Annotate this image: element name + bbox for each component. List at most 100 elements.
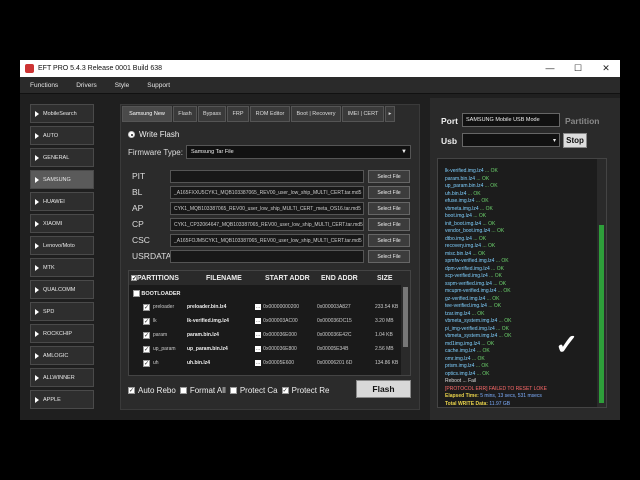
tab-imei-cert[interactable]: IMEI | CERT: [342, 106, 384, 122]
checkbox[interactable]: [128, 386, 135, 394]
option-auto-rebo[interactable]: Auto Rebo: [128, 386, 176, 395]
sidebar-item-mobilesearch[interactable]: MobileSearch: [30, 104, 94, 123]
table-row[interactable]: up_param up_param.bin.lz4...0x000036E800 0…: [129, 343, 401, 357]
sidebar-item-huawei[interactable]: HUAWEI: [30, 192, 94, 211]
usb-select[interactable]: ▾: [462, 133, 560, 147]
partition-size: 2.56 MB: [375, 346, 394, 352]
sidebar-item-general[interactable]: GENERAL: [30, 148, 94, 167]
partition-button[interactable]: Partition: [565, 116, 599, 126]
browse-button[interactable]: ...: [255, 318, 262, 324]
tab-boot-recovery[interactable]: Boot | Recovery: [291, 106, 341, 122]
select-file-button[interactable]: Select File: [368, 234, 410, 247]
end-addr: 0x000036DC15: [317, 318, 352, 324]
file-path-field[interactable]: _A165FOJM5CYK1_MQB103387065_REV00_user_l…: [170, 234, 364, 247]
log-summary-value: 5 mins, 13 secs, 531 msecs: [480, 393, 542, 399]
option-protect-re[interactable]: Protect Re: [281, 386, 329, 395]
group-checkbox[interactable]: [133, 290, 140, 297]
partition-scrollbar[interactable]: [401, 285, 410, 375]
minimize-button[interactable]: —: [536, 63, 564, 74]
checkbox[interactable]: [179, 386, 187, 394]
tab-rom-editor[interactable]: ROM Editor: [250, 106, 290, 122]
log-filename: recovery.img.lz4: [445, 243, 482, 249]
start-addr: 0x000003AC00: [263, 318, 298, 324]
sidebar-item-amlogic[interactable]: AMLOGIC: [30, 346, 94, 365]
file-path-field[interactable]: [170, 170, 364, 183]
stop-button[interactable]: Stop: [563, 133, 587, 148]
browse-button[interactable]: ...: [255, 360, 262, 366]
tab-flash[interactable]: Flash: [173, 106, 197, 122]
log-scrollbar[interactable]: [597, 159, 606, 407]
table-row[interactable]: uh uh.bin.lz4...0x00005E600 0x00006201 6D 1…: [129, 357, 401, 371]
partition-checkbox[interactable]: [143, 360, 150, 367]
tab-bypass[interactable]: Bypass: [198, 106, 226, 122]
write-flash-option[interactable]: Write Flash: [128, 130, 179, 139]
sidebar-item-lenovo-moto[interactable]: Lenovo/Moto: [30, 236, 94, 255]
scroll-thumb[interactable]: [599, 225, 604, 403]
sidebar-item-auto[interactable]: AUTO: [30, 126, 94, 145]
log-status: ... OK: [481, 243, 496, 249]
play-icon: [35, 374, 39, 381]
browse-button[interactable]: ...: [255, 332, 262, 338]
port-select[interactable]: SAMSUNG Mobile USB Mode: [462, 113, 560, 127]
file-path-field[interactable]: _A165FXXU5CYK1_MQB103387065_REV00_user_l…: [170, 186, 364, 199]
tab-samsung-new[interactable]: Samsung New: [122, 106, 172, 122]
partition-checkbox[interactable]: [143, 332, 150, 339]
log-status: ... OK: [475, 175, 490, 182]
log-line: cache.img.lz4 ... OK: [445, 348, 605, 356]
select-file-button[interactable]: Select File: [368, 170, 410, 183]
browse-button[interactable]: ...: [255, 304, 262, 310]
partition-filename: lk-verified.img.lz4: [187, 318, 229, 324]
option-protect-ca[interactable]: Protect Ca: [229, 386, 278, 395]
partition-checkbox[interactable]: [143, 318, 150, 325]
play-icon: [35, 176, 39, 183]
log-filename: tzar.img.lz4: [445, 310, 471, 317]
select-file-button[interactable]: Select File: [368, 218, 410, 231]
log-status: ... OK: [483, 168, 498, 174]
sidebar-item-samsung[interactable]: SAMSUNG: [30, 170, 94, 189]
file-path-field[interactable]: [170, 250, 364, 263]
log-status: ... OK: [481, 220, 496, 227]
partition-checkbox[interactable]: [143, 304, 150, 311]
scroll-thumb[interactable]: [403, 287, 408, 347]
sidebar-item-qualcomm[interactable]: QUALCOMM: [30, 280, 94, 299]
menu-drivers[interactable]: Drivers: [76, 82, 97, 89]
partition-checkbox[interactable]: [143, 346, 150, 353]
close-button[interactable]: ✕: [592, 63, 620, 74]
tab-frp[interactable]: FRP: [227, 106, 249, 122]
file-path-field[interactable]: CYK1_MQB103387065_REV00_user_low_ship_MU…: [170, 202, 364, 215]
select-file-button[interactable]: Select File: [368, 250, 410, 263]
select-file-button[interactable]: Select File: [368, 202, 410, 215]
maximize-button[interactable]: ☐: [564, 63, 592, 74]
sidebar-item-rockchip[interactable]: ROCKCHIP: [30, 324, 94, 343]
menu-support[interactable]: Support: [147, 82, 170, 89]
chevron-down-icon: ▼: [401, 149, 407, 155]
firmware-type-select[interactable]: Samsung Tar File ▼: [186, 145, 411, 159]
chevron-down-icon: ▾: [552, 137, 556, 144]
table-row[interactable]: lk lk-verified.img.lz4...0x000003AC00 0x00…: [129, 315, 401, 329]
log-line: misc.bin.lz4 ... OK: [445, 251, 605, 259]
play-icon: [35, 308, 39, 315]
start-addr: 0x00005E600: [263, 360, 295, 366]
select-file-button[interactable]: Select File: [368, 186, 410, 199]
menu-functions[interactable]: Functions: [30, 82, 58, 89]
checkbox[interactable]: [281, 386, 289, 394]
table-row[interactable]: param param.bin.lz4...0x000036E000 0x00003…: [129, 329, 401, 343]
end-addr: 0x000003A827: [317, 304, 351, 310]
sidebar-item-xiaomi[interactable]: XIAOMI: [30, 214, 94, 233]
sidebar-item-allwinner[interactable]: ALLWINNER: [30, 368, 94, 387]
file-row-ap: AP CYK1_MQB103387065_REV00_user_low_ship_…: [128, 202, 413, 216]
tab-scroll-right[interactable]: ▸: [385, 106, 395, 122]
browse-button[interactable]: ...: [255, 346, 262, 352]
menu-style[interactable]: Style: [115, 82, 129, 89]
checkbox[interactable]: [229, 386, 237, 394]
partition-group-row[interactable]: BOOTLOADER: [129, 287, 401, 301]
table-row[interactable]: preloader preloader.bin.lz4...0x000000002…: [129, 301, 401, 315]
option-format-all[interactable]: Format All: [179, 386, 226, 395]
log-line: vbmeta_system.img.lz4 ... OK: [445, 333, 605, 341]
sidebar-item-apple[interactable]: APPLE: [30, 390, 94, 409]
sidebar-item-spd[interactable]: SPD: [30, 302, 94, 321]
file-path-field[interactable]: CYK1_CP32064647_MQB103387065_REV00_user_…: [170, 218, 364, 231]
flash-button[interactable]: Flash: [356, 380, 411, 398]
log-status: ... OK: [478, 205, 493, 212]
sidebar-item-mtk[interactable]: MTK: [30, 258, 94, 277]
